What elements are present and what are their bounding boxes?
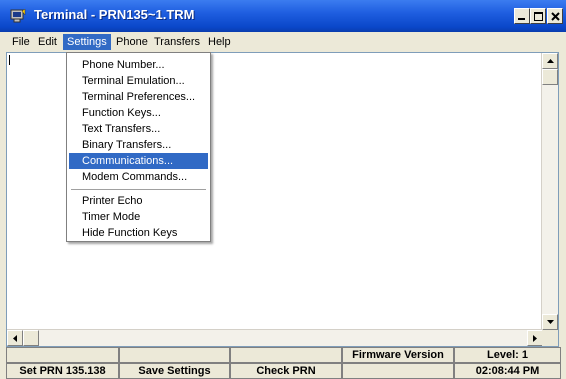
terminal-window: Terminal - PRN135~1.TRM File Edit Settin… (0, 0, 566, 379)
maximize-button[interactable] (530, 8, 546, 24)
menu-transfers[interactable]: Transfers (150, 34, 204, 50)
arrow-up-icon (546, 59, 554, 63)
scroll-right-button[interactable] (527, 330, 543, 346)
menu-item-communications[interactable]: Communications... (69, 153, 208, 169)
horizontal-scrollbar[interactable] (7, 329, 543, 346)
vertical-scroll-thumb[interactable] (542, 69, 558, 85)
minimize-button[interactable] (514, 8, 530, 24)
arrow-left-icon (13, 334, 17, 342)
menu-phone[interactable]: Phone (112, 34, 152, 50)
scroll-down-button[interactable] (542, 314, 558, 330)
function-key-cell-1[interactable] (6, 347, 119, 363)
close-icon (550, 11, 560, 21)
close-button[interactable] (547, 8, 563, 24)
menu-file[interactable]: File (8, 34, 34, 50)
scroll-up-button[interactable] (542, 53, 558, 69)
menu-bar: File Edit Settings Phone Transfers Help (0, 32, 566, 52)
menu-item-text-transfers[interactable]: Text Transfers... (69, 121, 208, 137)
save-settings-button[interactable]: Save Settings (119, 363, 230, 379)
settings-dropdown-menu: Phone Number... Terminal Emulation... Te… (66, 52, 211, 242)
function-key-cell-2[interactable] (119, 347, 230, 363)
menu-item-phone-number[interactable]: Phone Number... (69, 57, 208, 73)
menu-item-modem-commands[interactable]: Modem Commands... (69, 169, 208, 185)
menu-item-hide-function-keys[interactable]: Hide Function Keys (69, 225, 208, 241)
menu-item-function-keys[interactable]: Function Keys... (69, 105, 208, 121)
function-key-cell-3[interactable] (230, 347, 342, 363)
clock-display: 02:08:44 PM (454, 363, 561, 379)
menu-item-binary-transfers[interactable]: Binary Transfers... (69, 137, 208, 153)
menu-edit[interactable]: Edit (34, 34, 61, 50)
function-key-cell-9[interactable] (342, 363, 454, 379)
scroll-left-button[interactable] (7, 330, 23, 346)
horizontal-scroll-thumb[interactable] (23, 330, 39, 346)
title-bar[interactable]: Terminal - PRN135~1.TRM (0, 0, 566, 32)
terminal-app-icon (10, 9, 26, 23)
menu-item-terminal-preferences[interactable]: Terminal Preferences... (69, 89, 208, 105)
menu-item-terminal-emulation[interactable]: Terminal Emulation... (69, 73, 208, 89)
menu-item-printer-echo[interactable]: Printer Echo (69, 193, 208, 209)
function-key-bar: Firmware Version Level: 1 Set PRN 135.13… (6, 347, 561, 379)
arrow-down-icon (546, 320, 554, 324)
menu-help[interactable]: Help (204, 34, 235, 50)
menu-item-timer-mode[interactable]: Timer Mode (69, 209, 208, 225)
vertical-scrollbar[interactable] (541, 53, 558, 330)
window-title: Terminal - PRN135~1.TRM (34, 7, 195, 22)
level-indicator: Level: 1 (454, 347, 561, 363)
set-prn-button[interactable]: Set PRN 135.138 (6, 363, 119, 379)
text-cursor (9, 55, 10, 65)
menu-separator (71, 189, 206, 191)
maximize-icon (533, 11, 543, 21)
menu-settings[interactable]: Settings (63, 34, 111, 50)
arrow-right-icon (533, 334, 537, 342)
scrollbar-corner (542, 330, 558, 346)
firmware-version-button[interactable]: Firmware Version (342, 347, 454, 363)
minimize-icon (518, 18, 525, 20)
check-prn-button[interactable]: Check PRN (230, 363, 342, 379)
